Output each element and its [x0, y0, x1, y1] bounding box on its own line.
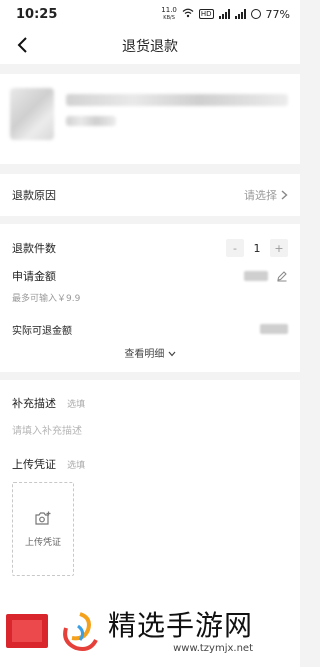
status-time: 10:25 — [16, 6, 58, 22]
actual-amount-value-blurred — [260, 324, 288, 334]
status-bar: 10:25 11.0 KB/S HD 77% — [0, 0, 300, 28]
product-spec-blurred — [66, 116, 116, 126]
back-button[interactable] — [12, 35, 32, 55]
status-icons: 11.0 KB/S HD 77% — [161, 6, 290, 22]
quantity-value[interactable]: 1 — [244, 242, 270, 255]
actual-amount-row: 实际可退金额 — [0, 319, 300, 339]
network-speed-value: 11.0 — [161, 6, 177, 14]
watermark-text-block: 精选手游网 www.tzymjx.net — [102, 608, 254, 654]
chevron-down-icon — [168, 351, 176, 357]
hd-icon: HD — [198, 9, 214, 19]
refund-reason-row[interactable]: 退款原因 请选择 — [0, 174, 300, 216]
refund-quantity-row: 退款件数 - 1 + — [0, 236, 300, 260]
chevron-right-icon — [281, 190, 288, 200]
watermark-url: www.tzymjx.net — [173, 642, 254, 654]
signal-icon-1 — [218, 9, 230, 19]
battery-percent: 77% — [265, 7, 290, 21]
apply-amount-hint-row: 最多可输入￥9.9 — [0, 286, 300, 305]
refund-reason-select[interactable]: 请选择 — [244, 187, 288, 203]
upload-title-row: 上传凭证 选填 — [12, 453, 288, 472]
battery-icon — [250, 9, 261, 19]
page-header: 退货退款 — [0, 28, 300, 64]
product-info — [66, 88, 288, 148]
upload-optional-tag: 选填 — [67, 461, 86, 471]
refund-reason-value: 请选择 — [244, 189, 277, 202]
view-detail-button[interactable]: 查看明细 — [0, 339, 300, 372]
apply-amount-label: 申请金额 — [12, 270, 56, 283]
camera-add-icon — [35, 511, 51, 525]
supplement-placeholder: 请填入补充描述 — [12, 426, 82, 437]
apply-amount-row: 申请金额 — [0, 266, 300, 286]
apply-amount-input[interactable] — [244, 270, 288, 282]
product-title-blurred — [66, 94, 288, 106]
product-thumbnail — [10, 88, 54, 140]
product-card[interactable] — [0, 74, 300, 164]
upload-label: 上传凭证 — [12, 458, 56, 471]
actual-amount-label: 实际可退金额 — [12, 325, 72, 337]
watermark-text: 精选手游网 — [108, 608, 254, 642]
network-speed-unit: KB/S — [163, 15, 175, 21]
view-detail-label: 查看明细 — [124, 349, 165, 360]
network-speed: 11.0 KB/S — [161, 6, 177, 22]
chevron-left-icon — [17, 37, 27, 53]
supplement-title-row: 补充描述 选填 — [12, 392, 288, 411]
apply-amount-value-blurred — [244, 271, 268, 281]
refund-quantity-label: 退款件数 — [12, 242, 56, 255]
quantity-stepper: - 1 + — [226, 239, 288, 257]
refund-amount-section: 退款件数 - 1 + 申请金额 最多可输入￥9.9 实际可退金额 查看明细 — [0, 224, 300, 372]
wifi-icon — [182, 8, 194, 21]
edit-icon[interactable] — [276, 270, 288, 282]
refund-reason-label: 退款原因 — [12, 189, 56, 202]
watermark-logo-icon — [6, 610, 54, 654]
apply-amount-hint: 最多可输入￥9.9 — [12, 294, 81, 304]
watermark-swirl-icon — [63, 612, 98, 651]
quantity-decrease-button[interactable]: - — [226, 239, 244, 257]
page-title: 退货退款 — [122, 39, 178, 55]
supplement-label: 补充描述 — [12, 397, 56, 410]
supplement-input[interactable]: 请填入补充描述 — [12, 419, 288, 443]
upload-button-label: 上传凭证 — [24, 537, 61, 548]
supplement-optional-tag: 选填 — [67, 400, 86, 410]
watermark-banner: 精选手游网 www.tzymjx.net — [0, 597, 300, 667]
quantity-increase-button[interactable]: + — [270, 239, 288, 257]
upload-proof-button[interactable]: 上传凭证 — [12, 482, 74, 576]
signal-icon-2 — [234, 9, 246, 19]
